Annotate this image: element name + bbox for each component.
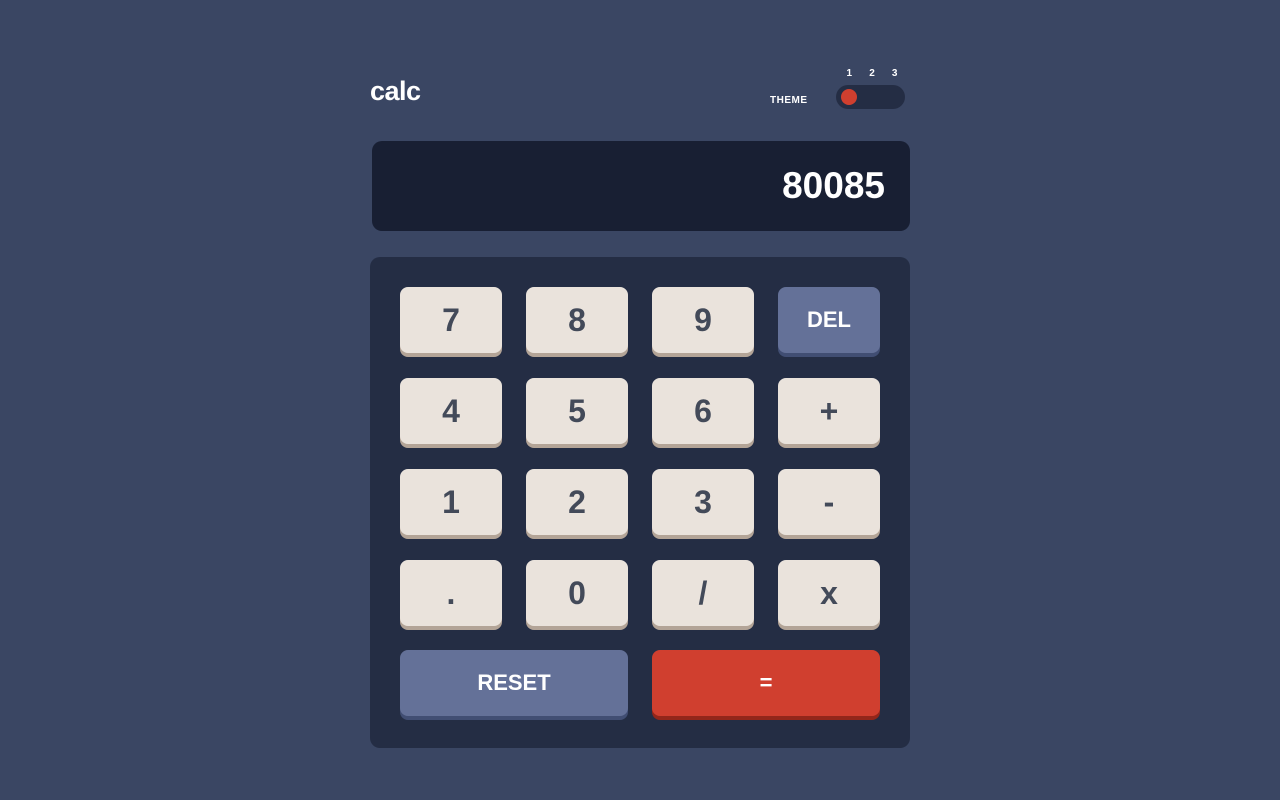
key-delete-button[interactable]: DEL (778, 287, 880, 353)
key-minus-button[interactable]: - (778, 469, 880, 535)
key-0-button[interactable]: 0 (526, 560, 628, 626)
key-6-button[interactable]: 6 (652, 378, 754, 444)
key-5-button[interactable]: 5 (526, 378, 628, 444)
logo: calc (370, 76, 421, 106)
key-reset-button[interactable]: RESET (400, 650, 628, 716)
key-equals-button[interactable]: = (652, 650, 880, 716)
key-multiply-button[interactable]: x (778, 560, 880, 626)
theme-numbers: 1 2 3 (838, 68, 906, 79)
theme-option-2[interactable]: 2 (869, 68, 875, 79)
theme-toggle[interactable] (836, 85, 905, 109)
key-decimal-button[interactable]: . (400, 560, 502, 626)
key-1-button[interactable]: 1 (400, 469, 502, 535)
calculator-display: 80085 (372, 141, 910, 231)
keypad: 7 8 9 DEL 4 5 6 +1 2 3-. 0 / x RESET = (370, 257, 910, 748)
key-4-button[interactable]: 4 (400, 378, 502, 444)
theme-option-3[interactable]: 3 (892, 68, 898, 79)
key-8-button[interactable]: 8 (526, 287, 628, 353)
toggle-knob[interactable] (841, 89, 857, 105)
key-7-button[interactable]: 7 (400, 287, 502, 353)
key-3-button[interactable]: 3 (652, 469, 754, 535)
theme-option-1[interactable]: 1 (847, 68, 853, 79)
key-9-button[interactable]: 9 (652, 287, 754, 353)
key-divide-button[interactable]: / (652, 560, 754, 626)
key-plus-button[interactable]: + (778, 378, 880, 444)
theme-label: THEME (770, 95, 808, 106)
key-2-button[interactable]: 2 (526, 469, 628, 535)
